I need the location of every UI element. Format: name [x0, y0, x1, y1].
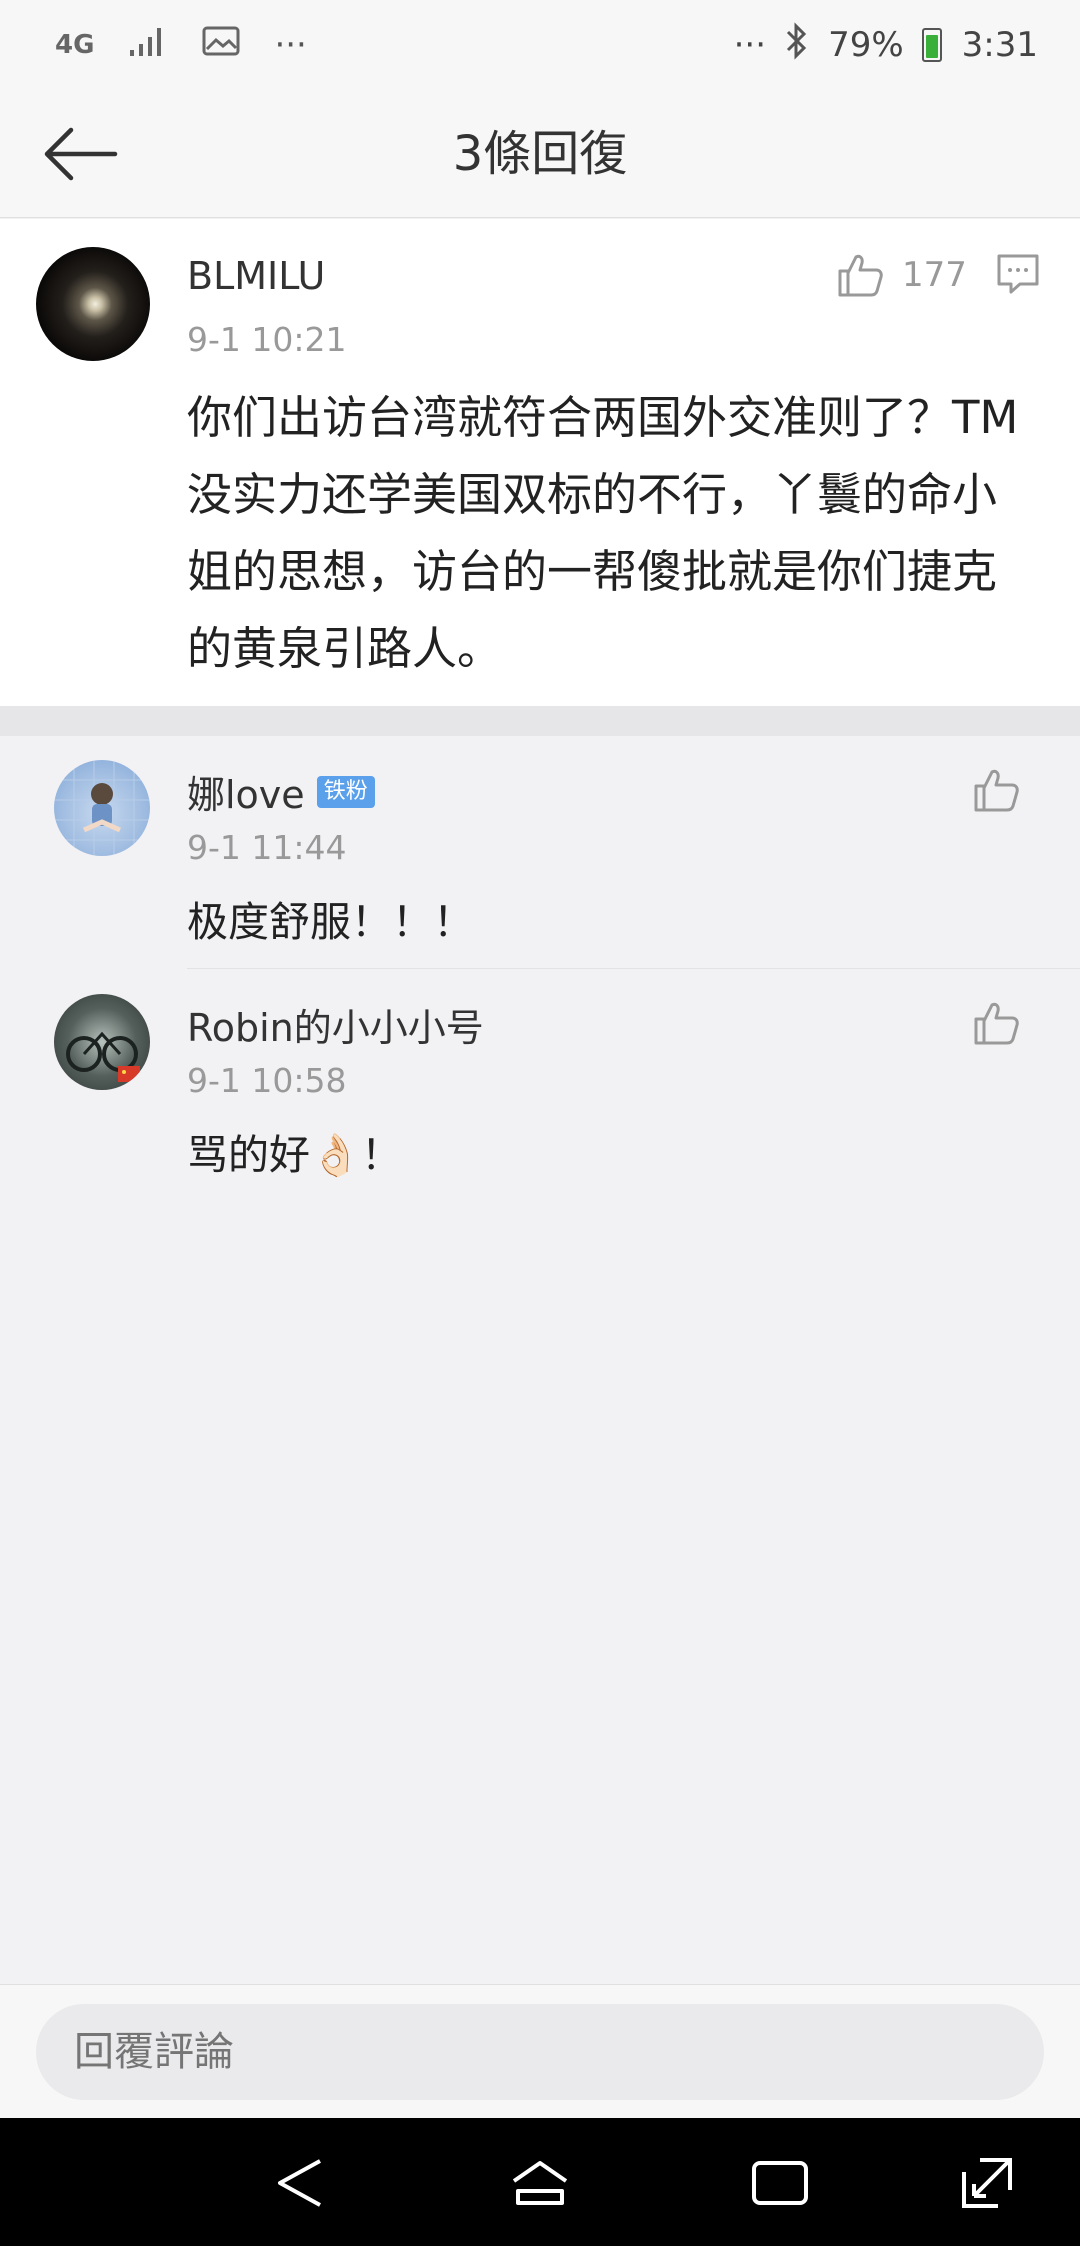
reply-text: 极度舒服！！！: [187, 898, 474, 946]
nav-home-button[interactable]: [505, 2148, 575, 2218]
nav-recents-button[interactable]: [745, 2148, 815, 2218]
status-more-right: ···: [733, 25, 767, 65]
status-left: 4G ···: [55, 24, 307, 67]
reply-text: 骂的好👌🏻！: [187, 1131, 403, 1179]
expand-icon: [962, 2158, 1012, 2208]
comment-icon: [997, 254, 1039, 294]
signal-icon: [128, 24, 168, 67]
reply-user-name: 娜love: [187, 773, 305, 817]
reply-item: Robin的小小小号 9-1 10:58 骂的好👌🏻！: [0, 969, 1080, 1201]
reply-bar: [0, 1984, 1080, 2118]
recent-apps-icon: [752, 2161, 808, 2205]
reply-item: 娜love 铁粉 9-1 11:44 极度舒服！！！: [0, 736, 1080, 968]
network-type: 4G: [55, 30, 95, 60]
reply-user-name: Robin的小小小号: [187, 1006, 484, 1050]
status-right: ··· 79% 3:31: [733, 21, 1038, 69]
reply-time: 9-1 10:58: [187, 1061, 347, 1100]
avatar-illustration: [66, 1031, 140, 1082]
like-button[interactable]: [972, 999, 1022, 1051]
like-count: 177: [902, 255, 967, 295]
battery-percent: 79%: [828, 25, 904, 65]
avatar[interactable]: [54, 994, 150, 1090]
avatar[interactable]: [54, 760, 150, 856]
reply-user[interactable]: Robin的小小小号: [187, 997, 484, 1052]
reply-button[interactable]: [996, 247, 1046, 301]
fan-badge: 铁粉: [316, 775, 375, 808]
comment-text: 你们出访台湾就符合两国外交准则了？TM没实力还学美国双标的不行，丫鬟的命小姐的思…: [187, 391, 1019, 675]
header: 3條回復: [0, 90, 1080, 218]
avatar-illustration: [54, 760, 150, 856]
thumbs-up-icon: [838, 254, 883, 297]
reply-time: 9-1 11:44: [187, 828, 347, 867]
reply-user[interactable]: 娜love 铁粉: [187, 764, 375, 819]
main-comment: BLMILU 9-1 10:21 177 你们出访台湾就符合两国外交准则了？TM…: [0, 219, 1080, 706]
thumbs-up-icon: [974, 769, 1019, 812]
like-button[interactable]: [972, 766, 1022, 818]
triangle-back-icon: [278, 2159, 321, 2207]
image-icon: [202, 25, 240, 66]
avatar[interactable]: [36, 247, 150, 361]
status-more-left: ···: [274, 25, 307, 65]
page-title: 3條回復: [452, 126, 628, 182]
section-divider: [0, 706, 1080, 736]
navigation-bar: [0, 2118, 1080, 2246]
nav-back-button[interactable]: [265, 2148, 335, 2218]
thumbs-up-icon: [974, 1002, 1019, 1045]
battery-icon: [921, 28, 942, 62]
like-button[interactable]: 177: [836, 245, 967, 305]
home-icon: [512, 2161, 568, 2205]
nav-expand-button[interactable]: [952, 2148, 1022, 2218]
status-bar: 4G ··· ··· 79% 3:31: [0, 0, 1080, 90]
bluetooth-icon: [784, 21, 810, 69]
comment-user-name[interactable]: BLMILU: [187, 254, 325, 298]
app-root: 4G ··· ··· 79% 3:31 3條回復 BLMILU 9-1 10:2…: [0, 0, 1080, 2246]
reply-input[interactable]: [36, 2004, 1044, 2100]
clock: 3:31: [961, 25, 1038, 65]
comment-time: 9-1 10:21: [187, 320, 347, 359]
